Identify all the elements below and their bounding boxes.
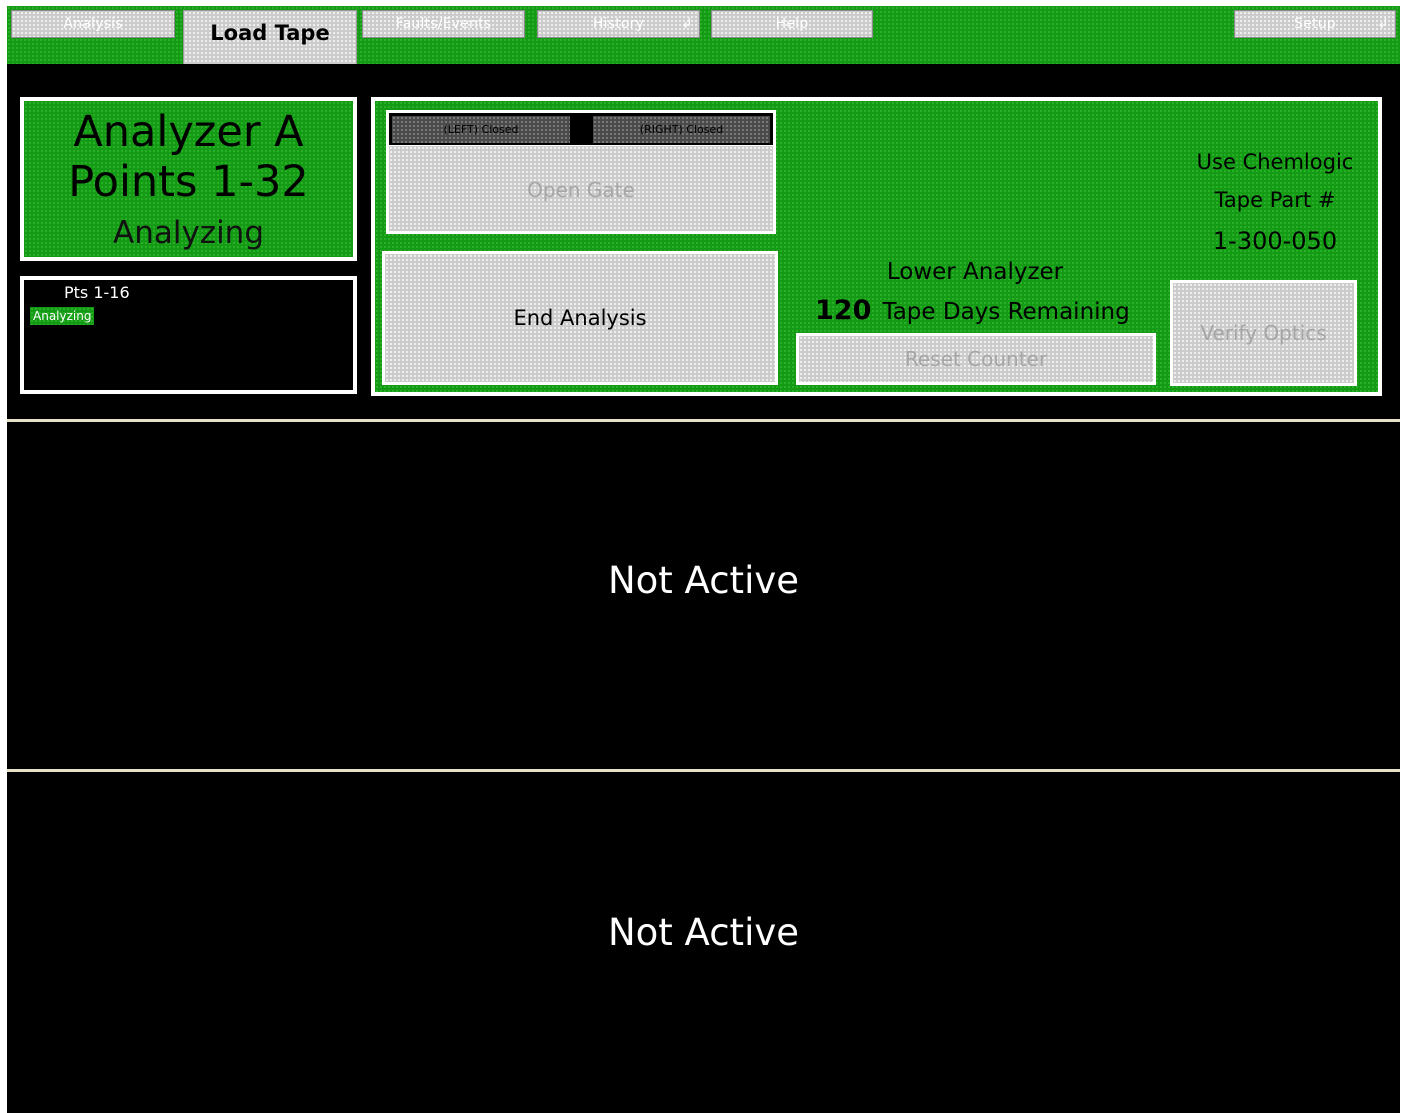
end-analysis-button[interactable]: End Analysis: [382, 251, 778, 385]
tab-analysis-label: Analysis: [63, 16, 123, 32]
tab-setup[interactable]: Setup ↲: [1234, 10, 1396, 38]
section-divider: [7, 419, 1400, 422]
tab-history[interactable]: History ↲: [537, 10, 700, 38]
main-area: Analyzer A Points 1-32 Analyzing Pts 1-1…: [7, 64, 1400, 1113]
gate-status-bar: (LEFT) Closed (RIGHT) Closed: [389, 113, 773, 145]
analyzer-points: Points 1-32: [68, 157, 309, 207]
tab-faults-events[interactable]: Faults/Events: [362, 10, 525, 38]
points-group-box[interactable]: Pts 1-16 Analyzing: [20, 276, 357, 394]
points-group-label: Pts 1-16: [64, 283, 130, 302]
return-arrow-icon: ↲: [681, 16, 693, 32]
tab-history-label: History: [592, 16, 645, 32]
analyzer-name: Analyzer A: [73, 107, 304, 157]
left-gate-status: (LEFT) Closed: [392, 116, 570, 143]
analyzer-status-box: Analyzer A Points 1-32 Analyzing: [20, 97, 357, 261]
analyzer-status: Analyzing: [112, 215, 265, 251]
section-divider: [7, 769, 1400, 772]
reset-counter-button[interactable]: Reset Counter: [796, 333, 1156, 385]
tab-analysis[interactable]: Analysis: [11, 10, 175, 38]
tab-load-tape[interactable]: Load Tape: [183, 10, 357, 64]
tab-load-tape-label: Load Tape: [210, 21, 330, 45]
tape-info-line-1: Use Chemlogic: [1196, 150, 1354, 174]
return-arrow-icon: ↲: [1377, 16, 1389, 32]
tape-days-label: Tape Days Remaining: [882, 299, 1130, 325]
section-status-label: Not Active: [607, 559, 800, 602]
tape-part-info: Use Chemlogic Tape Part # 1-300-050: [1175, 143, 1375, 263]
tape-part-number: 1-300-050: [1212, 227, 1338, 255]
load-tape-control-panel: (LEFT) Closed (RIGHT) Closed Open Gate E…: [371, 97, 1382, 396]
verify-optics-button[interactable]: Verify Optics: [1170, 280, 1357, 386]
tab-faults-events-label: Faults/Events: [395, 16, 492, 32]
tab-help-label: Help: [775, 16, 809, 32]
tab-help[interactable]: Help: [711, 10, 873, 38]
points-group-status-badge: Analyzing: [30, 307, 95, 325]
section-status-label: Not Active: [607, 911, 800, 954]
open-gate-button[interactable]: Open Gate: [389, 145, 773, 231]
lower-analyzer-label: Lower Analyzer: [886, 259, 1064, 285]
right-gate-status: (RIGHT) Closed: [593, 116, 770, 143]
tab-setup-label: Setup: [1294, 16, 1336, 32]
gate-control: (LEFT) Closed (RIGHT) Closed Open Gate: [386, 110, 776, 234]
tape-info-line-2: Tape Part #: [1214, 188, 1336, 212]
screen: Analysis Load Tape Faults/Events History…: [0, 0, 1403, 1113]
navigation-bar: Analysis Load Tape Faults/Events History…: [7, 6, 1400, 64]
tape-days-count: 120: [815, 295, 872, 326]
tape-days-remaining: 120 Tape Days Remaining: [815, 295, 1130, 326]
